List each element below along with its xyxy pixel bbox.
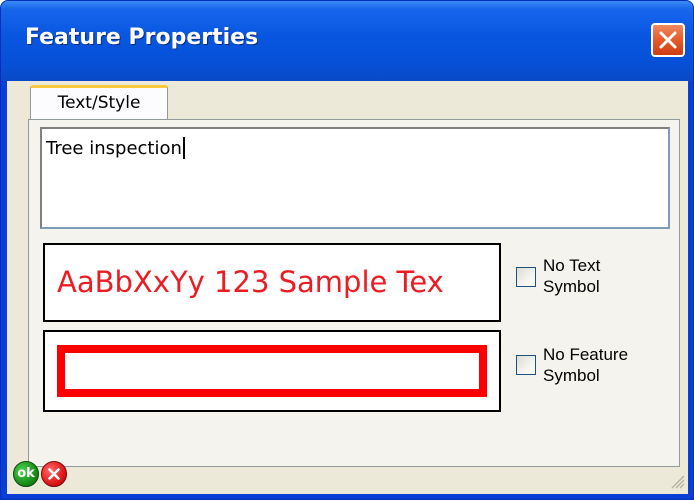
ok-icon: ok [17, 466, 35, 481]
dialog-client-area: Text/Style Tree inspection AaBbXxYy 123 … [7, 81, 688, 494]
no-feature-symbol-label-line1: No Feature [543, 345, 629, 364]
no-feature-symbol-label-line2: Symbol [543, 366, 600, 385]
ok-button[interactable]: ok [13, 461, 39, 487]
feature-symbol-rectangle [57, 345, 487, 397]
tab-panel-text-style: Tree inspection AaBbXxYy 123 Sample Tex … [28, 119, 680, 467]
title-bar[interactable]: Feature Properties [1, 1, 693, 81]
feature-text-value: Tree inspection [46, 138, 182, 159]
cancel-button[interactable] [41, 461, 67, 487]
resize-grip-icon[interactable] [667, 471, 685, 489]
text-symbol-sample[interactable]: AaBbXxYy 123 Sample Tex [43, 243, 501, 322]
no-feature-symbol-label: No Feature Symbol [543, 344, 653, 386]
text-caret [182, 137, 185, 159]
no-text-symbol-label-line1: No Text [543, 256, 601, 275]
close-x-icon [659, 31, 677, 49]
text-symbol-sample-text: AaBbXxYy 123 Sample Tex [57, 265, 444, 299]
no-text-symbol-label-line2: Symbol [543, 277, 600, 296]
tab-text-style[interactable]: Text/Style [30, 85, 168, 120]
feature-symbol-sample[interactable] [43, 330, 501, 412]
window-title: Feature Properties [25, 25, 259, 50]
cancel-x-icon [48, 468, 60, 480]
feature-text-input[interactable]: Tree inspection [40, 127, 670, 229]
feature-properties-window: Feature Properties Text/Style Tree inspe… [0, 0, 694, 500]
no-feature-symbol-checkbox[interactable] [516, 355, 536, 375]
close-button[interactable] [651, 23, 685, 57]
no-text-symbol-checkbox[interactable] [516, 267, 536, 287]
no-text-symbol-label: No Text Symbol [543, 255, 653, 297]
